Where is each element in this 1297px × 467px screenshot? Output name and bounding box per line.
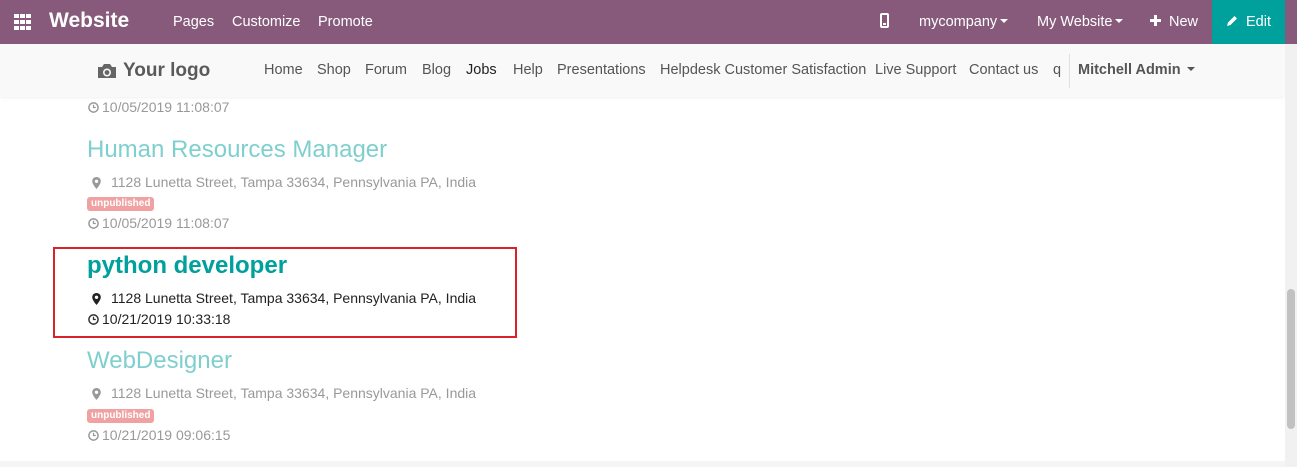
job-title-python-developer[interactable]: python developer bbox=[87, 252, 287, 280]
company-menu-label: mycompany bbox=[919, 14, 998, 30]
job-date-text: 10/05/2019 11:08:07 bbox=[102, 215, 230, 231]
menu-promote[interactable]: Promote bbox=[318, 13, 373, 31]
nav-contact-us[interactable]: Contact us bbox=[969, 61, 1038, 79]
admin-bar: Website Pages Customize Promote mycompan… bbox=[0, 0, 1297, 44]
page-bottom-edge bbox=[0, 461, 1285, 467]
plus-icon[interactable] bbox=[1150, 15, 1161, 26]
caret-down-icon bbox=[1000, 19, 1009, 24]
camera-icon bbox=[98, 64, 116, 78]
unpublished-badge: unpublished bbox=[87, 197, 155, 211]
map-marker-icon bbox=[92, 292, 101, 305]
job-date-text: 10/21/2019 10:33:18 bbox=[102, 311, 231, 327]
edit-button[interactable]: Edit bbox=[1212, 0, 1285, 44]
clock-icon bbox=[88, 218, 99, 229]
logo-text: Your logo bbox=[123, 60, 211, 81]
nav-live-support[interactable]: Live Support bbox=[875, 61, 956, 79]
job-title-human-resources-manager[interactable]: Human Resources Manager bbox=[87, 136, 387, 164]
clock-icon bbox=[88, 314, 99, 325]
job-address: 1128 Lunetta Street, Tampa 33634, Pennsy… bbox=[88, 174, 476, 191]
unpublished-badge: unpublished bbox=[87, 409, 155, 423]
user-name: Mitchell Admin bbox=[1078, 62, 1181, 78]
map-marker-icon bbox=[92, 387, 101, 400]
clock-icon bbox=[88, 102, 99, 113]
scrollbar-thumb[interactable] bbox=[1287, 289, 1295, 429]
job-address-text: 1128 Lunetta Street, Tampa 33634, Pennsy… bbox=[111, 174, 477, 190]
nav-blog[interactable]: Blog bbox=[422, 61, 451, 79]
site-logo[interactable]: Your logo bbox=[97, 59, 210, 83]
menu-customize[interactable]: Customize bbox=[232, 13, 301, 31]
job-date-text: 10/21/2019 09:06:15 bbox=[102, 427, 231, 443]
caret-down-icon bbox=[1186, 67, 1195, 72]
job-address-text: 1128 Lunetta Street, Tampa 33634, Pennsy… bbox=[111, 385, 477, 401]
nav-help[interactable]: Help bbox=[513, 61, 543, 79]
job-title-webdesigner[interactable]: WebDesigner bbox=[87, 347, 232, 375]
new-button[interactable]: New bbox=[1169, 13, 1198, 31]
website-header: Your logo Home Shop Forum Blog Jobs Help… bbox=[0, 44, 1285, 97]
pencil-icon bbox=[1227, 16, 1237, 26]
nav-home[interactable]: Home bbox=[264, 61, 303, 79]
website-menu[interactable]: My Website bbox=[1037, 13, 1124, 31]
menu-pages[interactable]: Pages bbox=[173, 13, 214, 31]
map-marker-icon bbox=[92, 176, 101, 189]
job-address: 1128 Lunetta Street, Tampa 33634, Pennsy… bbox=[88, 290, 476, 307]
company-menu[interactable]: mycompany bbox=[919, 13, 1009, 31]
nav-divider bbox=[1069, 54, 1070, 88]
nav-shop[interactable]: Shop bbox=[317, 61, 351, 79]
job-date: 10/05/2019 11:08:07 bbox=[88, 215, 229, 232]
job-address: 1128 Lunetta Street, Tampa 33634, Pennsy… bbox=[88, 385, 476, 402]
job-date: 10/05/2019 11:08:07 bbox=[88, 99, 229, 116]
nav-jobs[interactable]: Jobs bbox=[466, 61, 497, 79]
nav-presentations[interactable]: Presentations bbox=[557, 61, 646, 79]
apps-grid-icon[interactable] bbox=[14, 14, 31, 30]
job-date: 10/21/2019 09:06:15 bbox=[88, 427, 230, 444]
edit-button-label: Edit bbox=[1246, 14, 1271, 30]
nav-forum[interactable]: Forum bbox=[365, 61, 407, 79]
mobile-preview-icon[interactable] bbox=[880, 13, 889, 28]
nav-helpdesk-customer-satisfaction[interactable]: Helpdesk Customer Satisfaction bbox=[660, 61, 866, 79]
app-title[interactable]: Website bbox=[49, 9, 129, 33]
clock-icon bbox=[88, 430, 99, 441]
user-menu[interactable]: Mitchell Admin bbox=[1078, 61, 1195, 79]
vertical-scrollbar[interactable] bbox=[1285, 44, 1297, 467]
job-date-text: 10/05/2019 11:08:07 bbox=[102, 99, 230, 115]
website-menu-label: My Website bbox=[1037, 14, 1113, 30]
job-address-text: 1128 Lunetta Street, Tampa 33634, Pennsy… bbox=[111, 290, 477, 306]
job-date: 10/21/2019 10:33:18 bbox=[88, 311, 230, 328]
caret-down-icon bbox=[1115, 19, 1124, 24]
nav-q[interactable]: q bbox=[1053, 61, 1061, 79]
